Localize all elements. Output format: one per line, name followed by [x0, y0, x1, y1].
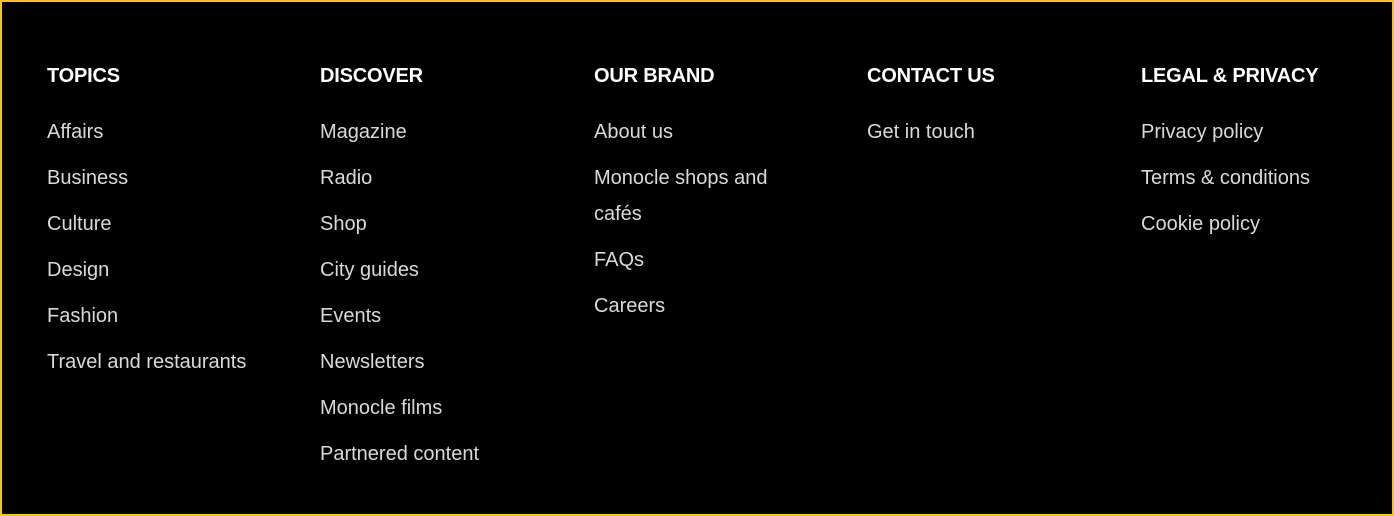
footer-link-shop[interactable]: Shop: [320, 206, 570, 242]
footer-link-design[interactable]: Design: [47, 252, 297, 288]
footer-link-affairs[interactable]: Affairs: [47, 114, 297, 150]
footer-heading-legal-privacy: LEGAL & PRIVACY: [1141, 65, 1319, 87]
footer-links-our-brand: About us Monocle shops and cafés FAQs Ca…: [594, 114, 814, 324]
site-footer: TOPICS Affairs Business Culture Design F…: [0, 0, 1394, 516]
footer-heading-our-brand: OUR BRAND: [594, 65, 715, 87]
footer-link-radio[interactable]: Radio: [320, 160, 570, 196]
footer-links-contact-us: Get in touch: [867, 114, 1117, 150]
footer-links-legal-privacy: Privacy policy Terms & conditions Cookie…: [1141, 114, 1391, 242]
footer-link-magazine[interactable]: Magazine: [320, 114, 570, 150]
footer-column-our-brand: OUR BRAND About us Monocle shops and caf…: [594, 64, 814, 334]
footer-links-discover: Magazine Radio Shop City guides Events N…: [320, 114, 570, 472]
footer-column-legal-privacy: LEGAL & PRIVACY Privacy policy Terms & c…: [1141, 64, 1391, 252]
footer-link-get-in-touch[interactable]: Get in touch: [867, 114, 1117, 150]
footer-column-discover: DISCOVER Magazine Radio Shop City guides…: [320, 64, 570, 482]
footer-heading-topics: TOPICS: [47, 65, 120, 87]
footer-link-culture[interactable]: Culture: [47, 206, 297, 242]
footer-link-events[interactable]: Events: [320, 298, 570, 334]
footer-link-privacy-policy[interactable]: Privacy policy: [1141, 114, 1391, 150]
footer-link-about-us[interactable]: About us: [594, 114, 814, 150]
footer-link-newsletters[interactable]: Newsletters: [320, 344, 570, 380]
footer-link-terms-conditions[interactable]: Terms & conditions: [1141, 160, 1391, 196]
footer-column-topics: TOPICS Affairs Business Culture Design F…: [47, 64, 297, 390]
footer-heading-discover: DISCOVER: [320, 65, 423, 87]
footer-link-travel-and-restaurants[interactable]: Travel and restaurants: [47, 344, 297, 380]
footer-link-monocle-films[interactable]: Monocle films: [320, 390, 570, 426]
footer-links-topics: Affairs Business Culture Design Fashion …: [47, 114, 297, 380]
footer-link-business[interactable]: Business: [47, 160, 297, 196]
footer-link-shops-and-cafes[interactable]: Monocle shops and cafés: [594, 160, 814, 232]
footer-link-fashion[interactable]: Fashion: [47, 298, 297, 334]
footer-column-contact-us: CONTACT US Get in touch: [867, 64, 1117, 160]
footer-link-city-guides[interactable]: City guides: [320, 252, 570, 288]
footer-link-partnered-content[interactable]: Partnered content: [320, 436, 570, 472]
footer-link-careers[interactable]: Careers: [594, 288, 814, 324]
footer-link-cookie-policy[interactable]: Cookie policy: [1141, 206, 1391, 242]
footer-heading-contact-us: CONTACT US: [867, 65, 995, 87]
footer-link-faqs[interactable]: FAQs: [594, 242, 814, 278]
